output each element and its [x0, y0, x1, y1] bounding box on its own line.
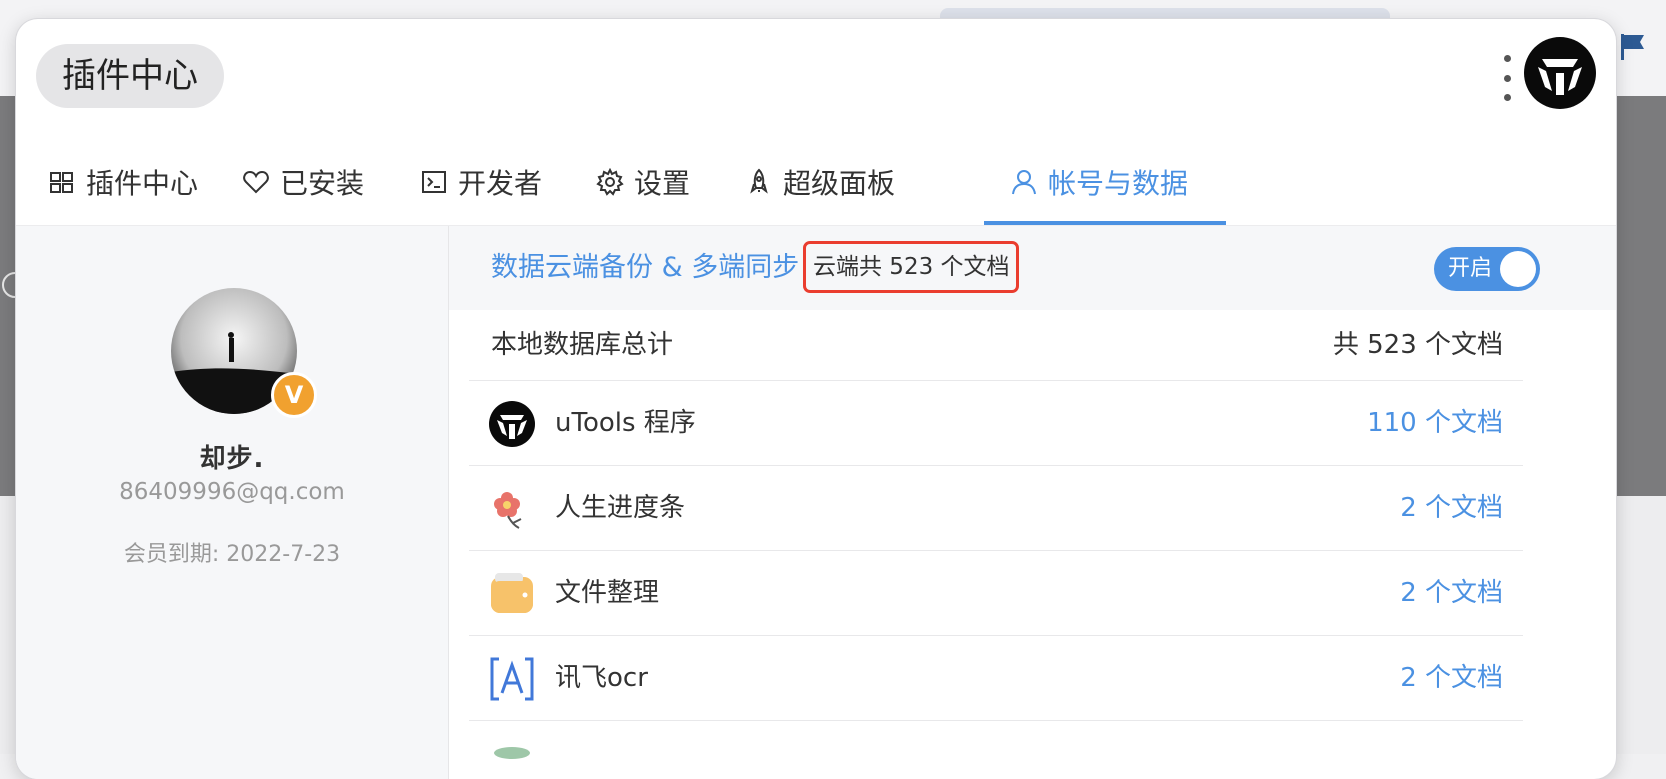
tab-settings[interactable]: 设置 — [596, 139, 690, 225]
list-item[interactable]: uTools 程序 110 个文档 — [469, 381, 1523, 466]
tab-account-data[interactable]: 帐号与数据 — [1010, 139, 1188, 225]
tab-developer[interactable]: 开发者 — [420, 139, 542, 225]
cloud-document-count: 云端共 523 个文档 — [803, 241, 1019, 293]
window-title: 插件中心 — [36, 44, 224, 108]
tab-label: 设置 — [634, 167, 691, 200]
plugin-name: uTools 程序 — [555, 408, 696, 438]
plugin-name: 人生进度条 — [555, 493, 686, 523]
utools-logo-icon[interactable] — [1524, 37, 1596, 109]
local-total-label: 本地数据库总计 — [491, 330, 674, 360]
folder-icon — [491, 573, 533, 613]
vip-badge: V — [271, 372, 317, 418]
plugin-name: 讯飞ocr — [555, 663, 648, 693]
rocket-icon — [750, 168, 768, 194]
tab-super-panel[interactable]: 超级面板 — [745, 139, 895, 225]
tab-label: 开发者 — [458, 167, 543, 200]
gear-icon — [596, 168, 624, 196]
plugin-center-window: 插件中心 插件中心 已安装 开发者 设置 超级面板 帐号与数据 V 却步. 86… — [16, 19, 1616, 779]
plugin-document-count[interactable]: 110 个文档 — [1367, 381, 1503, 465]
local-total-count: 共 523 个文档 — [1332, 330, 1503, 360]
account-data-panel: 数据云端备份 & 多端同步 云端共 523 个文档 开启 本地数据库总计 共 5… — [449, 226, 1616, 779]
sync-toggle[interactable]: 开启 — [1434, 247, 1540, 291]
plugin-name: 文件整理 — [555, 578, 660, 608]
sync-bar: 数据云端备份 & 多端同步 云端共 523 个文档 开启 — [449, 226, 1616, 310]
membership-expiry: 会员到期: 2022-7-23 — [123, 542, 341, 567]
plugin-document-count[interactable]: 2 个文档 — [1400, 636, 1503, 720]
dot-icon — [1503, 55, 1511, 62]
dot-icon — [1503, 74, 1511, 82]
email: 86409996@qq.com — [119, 479, 345, 505]
plugin-icon — [494, 747, 530, 759]
tab-label: 已安装 — [280, 167, 365, 200]
terminal-icon — [422, 171, 446, 193]
flower-icon — [494, 492, 522, 529]
tab-label: 帐号与数据 — [1048, 167, 1189, 200]
list-item[interactable]: 人生进度条 2 个文档 — [469, 466, 1523, 551]
tab-label: 超级面板 — [783, 167, 896, 200]
grid-icon — [50, 172, 73, 193]
toggle-knob — [1500, 251, 1536, 287]
list-item[interactable]: 讯飞ocr 2 个文档 — [469, 636, 1523, 721]
heart-icon — [243, 170, 269, 194]
tab-bar: 插件中心 已安装 开发者 设置 超级面板 帐号与数据 — [16, 139, 1616, 226]
tab-label: 插件中心 — [86, 167, 199, 200]
local-database-total: 本地数据库总计 共 523 个文档 — [469, 310, 1523, 381]
user-icon — [1012, 170, 1036, 195]
tab-plugin-center[interactable]: 插件中心 — [48, 139, 198, 225]
plugin-document-count[interactable]: 2 个文档 — [1400, 466, 1503, 550]
flag-icon — [1621, 34, 1644, 60]
utools-logo-icon — [489, 401, 535, 447]
sync-title: 数据云端备份 & 多端同步 — [491, 252, 800, 283]
dot-icon — [1503, 94, 1511, 101]
active-tab-indicator — [984, 221, 1226, 225]
list-item[interactable]: 文件整理 2 个文档 — [469, 551, 1523, 636]
ocr-icon — [490, 657, 534, 701]
toggle-label: 开启 — [1448, 256, 1493, 281]
list-item[interactable] — [469, 721, 1523, 779]
profile-sidebar: V 却步. 86409996@qq.com 会员到期: 2022-7-23 — [16, 226, 449, 779]
username: 却步. — [199, 444, 265, 474]
more-options-button[interactable] — [1500, 55, 1514, 101]
tab-installed[interactable]: 已安装 — [242, 139, 364, 225]
plugin-document-count[interactable]: 2 个文档 — [1400, 551, 1503, 635]
